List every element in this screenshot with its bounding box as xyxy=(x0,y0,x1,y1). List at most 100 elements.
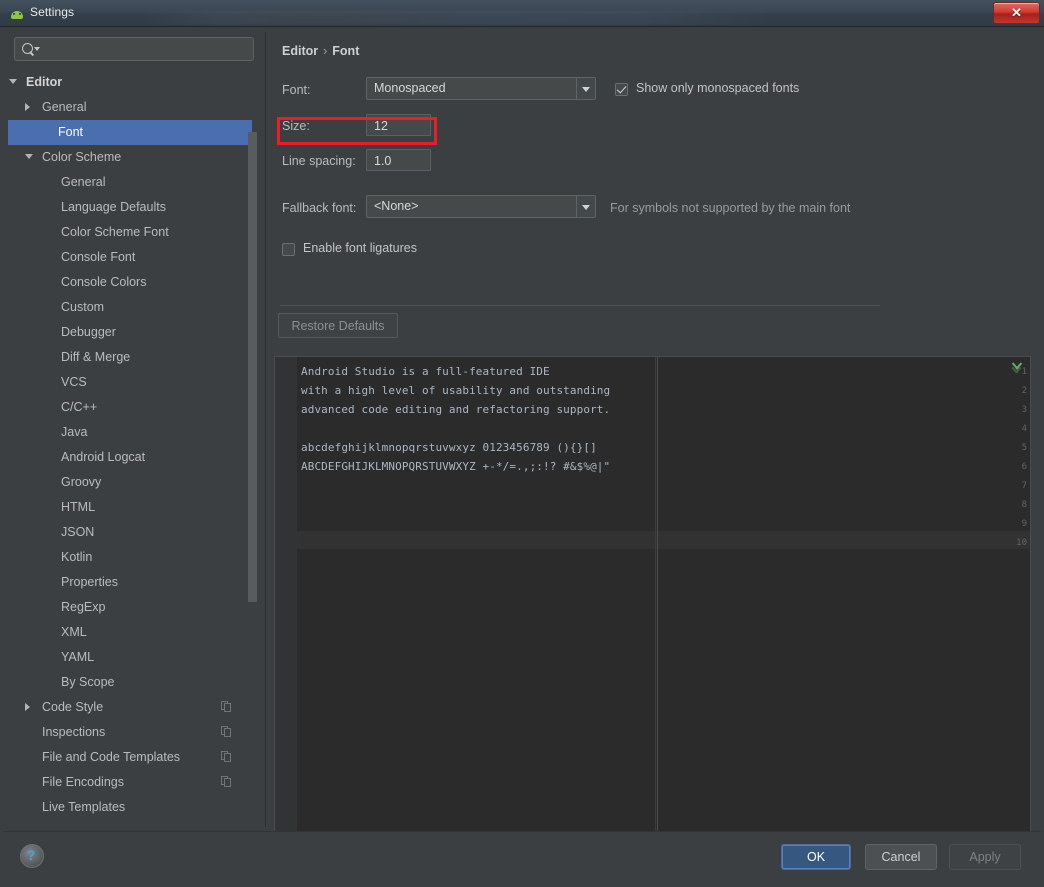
window-titlebar[interactable]: Settings ✕ xyxy=(0,0,1044,27)
line-number: 7 xyxy=(1007,481,1027,491)
sidebar-item-yaml[interactable]: YAML xyxy=(8,645,260,670)
fallback-font-value: <None> xyxy=(374,199,418,213)
ok-button[interactable]: OK xyxy=(781,844,851,870)
sidebar-item-label: Language Defaults xyxy=(61,195,166,220)
line-spacing-input[interactable] xyxy=(372,151,429,171)
font-family-value: Monospaced xyxy=(374,81,446,95)
sidebar-item-regexp[interactable]: RegExp xyxy=(8,595,260,620)
sidebar-item-label: C/C++ xyxy=(61,395,97,420)
current-line-highlight xyxy=(297,531,1031,549)
sidebar-item-debugger[interactable]: Debugger xyxy=(8,320,260,345)
window-title: Settings xyxy=(30,5,74,19)
apply-button[interactable]: Apply xyxy=(949,844,1021,870)
sidebar-item-c-c[interactable]: C/C++ xyxy=(8,395,260,420)
sidebar-scrollbar-track[interactable] xyxy=(252,70,261,820)
line-spacing-label: Line spacing: xyxy=(282,154,356,168)
sidebar-item-xml[interactable]: XML xyxy=(8,620,260,645)
sidebar-item-label: File Encodings xyxy=(42,770,124,795)
sidebar-item-label: Debugger xyxy=(61,320,116,345)
chevron-down-icon[interactable] xyxy=(25,154,33,159)
sidebar-item-json[interactable]: JSON xyxy=(8,520,260,545)
breadcrumb-root[interactable]: Editor xyxy=(282,44,318,58)
font-preview-editor[interactable]: 12345678910Android Studio is a full-feat… xyxy=(274,356,1031,846)
sidebar-item-label: Inspections xyxy=(42,720,105,745)
sidebar-item-diff-merge[interactable]: Diff & Merge xyxy=(8,345,260,370)
copy-settings-icon[interactable] xyxy=(221,751,232,763)
sidebar-item-vcs[interactable]: VCS xyxy=(8,370,260,395)
sidebar-item-language-defaults[interactable]: Language Defaults xyxy=(8,195,260,220)
inspections-ok-checkmark-icon[interactable] xyxy=(1011,361,1024,374)
copy-settings-icon[interactable] xyxy=(221,776,232,788)
search-icon-handle xyxy=(29,51,34,56)
copy-settings-icon[interactable] xyxy=(221,726,232,738)
sidebar-item-general[interactable]: General xyxy=(8,170,260,195)
fallback-font-hint: For symbols not supported by the main fo… xyxy=(610,201,850,215)
sidebar-item-properties[interactable]: Properties xyxy=(8,570,260,595)
preview-code-line: ABCDEFGHIJKLMNOPQRSTUVWXYZ +-*/=.,;:!? #… xyxy=(301,460,610,473)
sidebar-item-label: XML xyxy=(61,620,87,645)
sidebar-item-inspections[interactable]: Inspections xyxy=(8,720,260,745)
help-button[interactable]: ? xyxy=(20,844,44,868)
sidebar-item-label: By Scope xyxy=(61,670,115,695)
sidebar-item-editor[interactable]: Editor xyxy=(8,70,260,95)
sidebar-item-live-templates[interactable]: Live Templates xyxy=(8,795,260,820)
line-number: 6 xyxy=(1007,462,1027,472)
chevron-right-icon[interactable] xyxy=(25,103,30,111)
sidebar-item-code-style[interactable]: Code Style xyxy=(8,695,260,720)
sidebar-item-kotlin[interactable]: Kotlin xyxy=(8,545,260,570)
fallback-font-dropdown-button[interactable] xyxy=(576,196,595,217)
cancel-button[interactable]: Cancel xyxy=(865,844,937,870)
font-family-dropdown-button[interactable] xyxy=(576,78,595,99)
question-mark-icon: ? xyxy=(21,845,41,865)
size-input-wrapper[interactable] xyxy=(366,114,431,136)
sidebar-item-label: Console Colors xyxy=(61,270,146,295)
size-input[interactable] xyxy=(372,116,429,136)
fallback-font-combobox[interactable]: <None> xyxy=(366,195,596,218)
search-box[interactable] xyxy=(14,37,254,61)
line-number: 3 xyxy=(1007,405,1027,415)
sidebar-item-label: Color Scheme xyxy=(42,145,121,170)
line-spacing-input-wrapper[interactable] xyxy=(366,149,431,171)
sidebar-item-java[interactable]: Java xyxy=(8,420,260,445)
sidebar-item-label: Properties xyxy=(61,570,118,595)
font-family-combobox[interactable]: Monospaced xyxy=(366,77,596,100)
restore-defaults-button[interactable]: Restore Defaults xyxy=(278,313,398,338)
chevron-down-icon[interactable] xyxy=(9,79,17,84)
sidebar-item-color-scheme-font[interactable]: Color Scheme Font xyxy=(8,220,260,245)
line-number: 8 xyxy=(1007,500,1027,510)
sidebar-item-label: HTML xyxy=(61,495,95,520)
preview-vertical-divider xyxy=(657,357,658,845)
sidebar-item-general[interactable]: General xyxy=(8,95,260,120)
sidebar-item-console-colors[interactable]: Console Colors xyxy=(8,270,260,295)
preview-column-edge xyxy=(655,357,656,845)
sidebar-item-groovy[interactable]: Groovy xyxy=(8,470,260,495)
sidebar-item-by-scope[interactable]: By Scope xyxy=(8,670,260,695)
sidebar-scrollbar-thumb[interactable] xyxy=(248,132,257,602)
close-button[interactable]: ✕ xyxy=(993,2,1040,24)
sidebar-item-label: Android Logcat xyxy=(61,445,145,470)
sidebar-item-android-logcat[interactable]: Android Logcat xyxy=(8,445,260,470)
preview-code-line: advanced code editing and refactoring su… xyxy=(301,403,610,416)
sidebar-item-file-and-code-templates[interactable]: File and Code Templates xyxy=(8,745,260,770)
sidebar-item-label: Color Scheme Font xyxy=(61,220,169,245)
search-input[interactable] xyxy=(43,40,247,60)
settings-sidebar: EditorGeneralFontColor SchemeGeneralLang… xyxy=(8,32,266,827)
line-number-gutter xyxy=(275,357,297,845)
chevron-down-icon xyxy=(34,47,40,51)
font-label: Font: xyxy=(282,83,311,97)
titlebar-background-blur xyxy=(140,11,780,25)
sidebar-item-font[interactable]: Font xyxy=(8,120,260,145)
sidebar-item-label: Console Font xyxy=(61,245,135,270)
preview-code-line: with a high level of usability and outst… xyxy=(301,384,610,397)
sidebar-item-console-font[interactable]: Console Font xyxy=(8,245,260,270)
check-icon xyxy=(617,83,627,93)
sidebar-item-custom[interactable]: Custom xyxy=(8,295,260,320)
sidebar-item-file-encodings[interactable]: File Encodings xyxy=(8,770,260,795)
settings-window: Settings ✕ EditorGeneralFontColor Scheme… xyxy=(0,0,1044,887)
copy-settings-icon[interactable] xyxy=(221,701,232,713)
sidebar-item-label: General xyxy=(42,95,86,120)
sidebar-item-html[interactable]: HTML xyxy=(8,495,260,520)
sidebar-item-color-scheme[interactable]: Color Scheme xyxy=(8,145,260,170)
section-divider xyxy=(280,305,880,306)
chevron-right-icon[interactable] xyxy=(25,703,30,711)
